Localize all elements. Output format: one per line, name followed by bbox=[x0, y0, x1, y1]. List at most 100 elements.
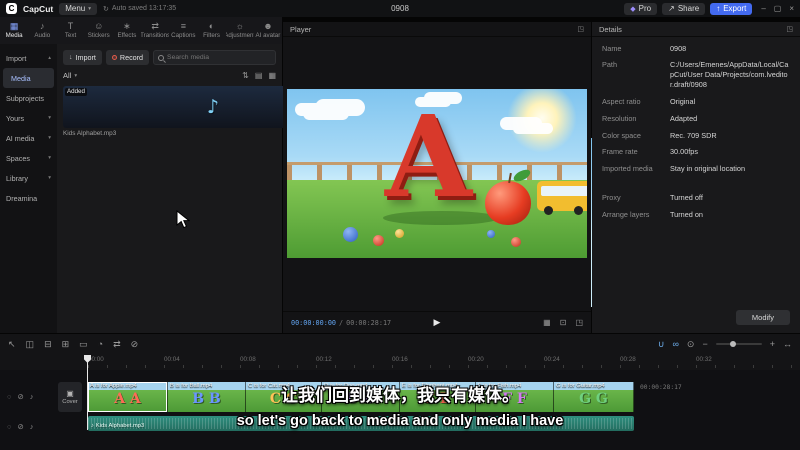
share-icon: ↗ bbox=[668, 4, 675, 13]
search-box[interactable] bbox=[153, 50, 276, 65]
delete-icon[interactable]: ▭ bbox=[79, 339, 88, 350]
autosave-status: ↻ Auto saved 13:17:35 bbox=[103, 5, 177, 13]
record-icon bbox=[111, 55, 117, 60]
ribbon-tab[interactable]: T Text bbox=[56, 17, 84, 44]
chevron-down-icon: ▾ bbox=[88, 5, 92, 12]
fit-icon[interactable]: ⊡ bbox=[560, 318, 567, 327]
ribbon-tab-icon: ∗ bbox=[123, 21, 131, 31]
detail-label: Frame rate bbox=[602, 147, 638, 157]
expand-panel-icon[interactable]: ◳ bbox=[577, 25, 584, 33]
ribbon-tab-icon: ☻ bbox=[263, 21, 273, 31]
video-preview[interactable]: A bbox=[287, 89, 587, 258]
auto-link-icon[interactable]: ∞ bbox=[673, 339, 679, 350]
ribbon-tab[interactable]: ∗ Effects bbox=[113, 17, 141, 44]
delete-right-icon[interactable]: ⊞ bbox=[62, 339, 70, 350]
split-icon[interactable]: ◫ bbox=[26, 339, 35, 350]
magnet-icon[interactable]: ∪ bbox=[658, 339, 665, 350]
sidebar-item-label: Media bbox=[11, 73, 31, 83]
letter-a-3d: A bbox=[385, 92, 472, 223]
ribbon-tab[interactable]: ☺ Stickers bbox=[85, 17, 113, 44]
sort-icon[interactable]: ⇅ bbox=[242, 71, 249, 80]
autosave-icon: ↻ bbox=[103, 5, 109, 13]
detail-row: Name 0908 bbox=[592, 40, 800, 57]
expand-panel-icon[interactable]: ◳ bbox=[786, 25, 793, 33]
ribbon-tab-icon: ☺ bbox=[94, 21, 104, 31]
maximize-button[interactable]: ▢ bbox=[774, 4, 782, 13]
ruler-label: 00:08 bbox=[240, 356, 256, 363]
fullscreen-icon[interactable]: ◳ bbox=[575, 318, 583, 327]
minimize-button[interactable]: – bbox=[761, 4, 765, 13]
filter-all-label[interactable]: All bbox=[63, 71, 71, 80]
record-button[interactable]: Record bbox=[105, 50, 150, 65]
chevron-icon: ▾ bbox=[48, 115, 51, 121]
ribbon-tab[interactable]: ♪ Audio bbox=[28, 17, 56, 44]
fit-timeline-icon[interactable]: ↔ bbox=[783, 339, 792, 349]
ribbon-tab-label: Audio bbox=[34, 32, 51, 39]
ribbon-tab[interactable]: ▦ Media bbox=[0, 17, 28, 44]
chevron-down-icon: ▾ bbox=[74, 72, 78, 79]
list-view-icon[interactable]: ▤ bbox=[255, 71, 263, 80]
export-button[interactable]: ↑ Export bbox=[710, 2, 753, 15]
play-button[interactable]: ▶ bbox=[434, 317, 441, 328]
ribbon-tab[interactable]: ◐ Filters bbox=[197, 17, 225, 44]
ball bbox=[373, 235, 384, 246]
sidebar-item[interactable]: Library ▾ bbox=[0, 168, 57, 188]
sidebar-item-label: Yours bbox=[6, 113, 25, 123]
sidebar-item[interactable]: Spaces ▾ bbox=[0, 148, 57, 168]
sidebar-item[interactable]: Yours ▾ bbox=[0, 108, 57, 128]
sidebar-item[interactable]: Media bbox=[3, 68, 54, 88]
reverse-icon[interactable]: ⇄ bbox=[113, 339, 121, 350]
app-name: CapCut bbox=[23, 3, 54, 14]
sidebar-item[interactable]: Subprojects bbox=[0, 88, 57, 108]
school-bus bbox=[537, 181, 587, 215]
sidebar-item[interactable]: AI media ▾ bbox=[0, 128, 57, 148]
mirror-icon[interactable]: ⊘ bbox=[131, 339, 139, 350]
zoom-out-icon[interactable]: − bbox=[702, 339, 707, 349]
ribbon-tab[interactable]: ☻ AI avatar bbox=[254, 17, 282, 44]
sidebar-item-label: Spaces bbox=[6, 153, 30, 163]
import-button[interactable]: ↓ Import bbox=[63, 50, 102, 65]
share-button[interactable]: ↗ Share bbox=[662, 2, 706, 15]
ribbon-tab[interactable]: ≡ Captions bbox=[169, 17, 197, 44]
freeze-frame-icon[interactable]: ◔ bbox=[98, 339, 103, 350]
modify-button[interactable]: Modify bbox=[735, 310, 790, 325]
select-icon[interactable]: ↖ bbox=[8, 339, 16, 350]
detail-value: 30.00fps bbox=[670, 147, 698, 157]
timeline-toolbar: ↖ ◫ ⊟ ⊞ ▭ ◔ ⇄ ⊘ ∪ ∞ ⊙ − + ↔ bbox=[0, 334, 800, 354]
subtitle-chinese: 让我们回到媒体，我只有媒体。 bbox=[281, 386, 519, 405]
delete-left-icon[interactable]: ⊟ bbox=[44, 339, 52, 350]
ribbon-tab[interactable]: ⇄ Transitions bbox=[141, 17, 169, 44]
zoom-slider[interactable] bbox=[715, 341, 762, 347]
sidebar-item[interactable]: Import ▴ bbox=[0, 48, 57, 68]
mouse-cursor bbox=[176, 209, 191, 235]
detail-label: Name bbox=[602, 43, 622, 53]
sidebar: Import ▴ Media Subprojects Yours ▾ AI me… bbox=[0, 44, 57, 333]
menu-button[interactable]: Menu ▾ bbox=[59, 2, 98, 15]
player-controls: 00:00:00:00 / 00:00:28:17 ▶ ▦ ⊡ ◳ bbox=[283, 311, 591, 333]
grid-view-icon[interactable]: ▦ bbox=[268, 71, 276, 80]
sidebar-item-label: Import bbox=[6, 53, 27, 63]
detail-value: Turned off bbox=[670, 193, 703, 203]
timecode: 00:00:00:00 / 00:00:28:17 bbox=[291, 318, 392, 327]
ribbon-tab-label: Captions bbox=[171, 32, 196, 39]
timeline-ruler[interactable]: 00:00 00:04 00:08 00:12 00:16 00:20 00:24 00:28… bbox=[88, 356, 800, 368]
ball bbox=[511, 237, 521, 247]
close-button[interactable]: × bbox=[789, 4, 794, 13]
zoom-slider-knob[interactable] bbox=[729, 341, 736, 347]
detail-label: Imported media bbox=[602, 164, 653, 174]
ribbon-tab[interactable]: ☼ Adjustment bbox=[226, 17, 254, 44]
ribbon-tab-label: Text bbox=[64, 32, 77, 39]
detail-label: Aspect ratio bbox=[602, 96, 641, 106]
ruler-label: 00:20 bbox=[468, 356, 484, 363]
search-input[interactable] bbox=[167, 54, 271, 61]
pro-badge[interactable]: ◆ Pro bbox=[624, 2, 658, 15]
detail-label: Proxy bbox=[602, 193, 621, 203]
zoom-in-icon[interactable]: + bbox=[770, 339, 775, 349]
ribbon-tab-label: Adjustment bbox=[225, 32, 254, 39]
sun bbox=[507, 89, 577, 153]
quality-icon[interactable]: ▦ bbox=[543, 318, 551, 327]
sidebar-item[interactable]: Dreamina bbox=[0, 188, 57, 208]
snapshot-icon[interactable]: ⊙ bbox=[687, 339, 695, 350]
ribbon-tab-icon: ♪ bbox=[40, 21, 45, 31]
ruler-label: 00:04 bbox=[164, 356, 180, 363]
